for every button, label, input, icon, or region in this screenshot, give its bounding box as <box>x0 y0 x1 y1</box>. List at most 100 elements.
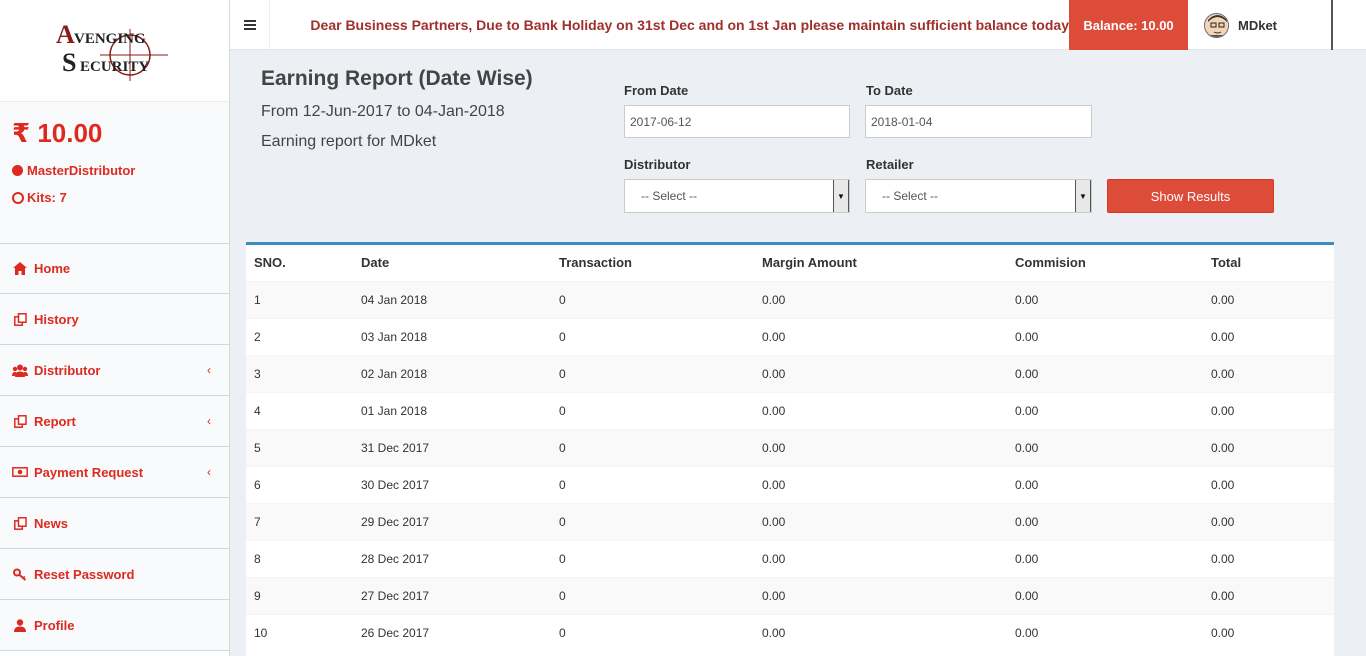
from-date-label: From Date <box>624 83 689 98</box>
cell-sno: 3 <box>246 354 353 392</box>
cell-margin-amount: 0.00 <box>754 354 1007 392</box>
report-user: Earning report for MDket <box>261 133 437 150</box>
cell-total: 0.00 <box>1203 613 1334 651</box>
table-header-row: SNO. Date Transaction Margin Amount Comm… <box>246 245 1334 282</box>
cell-sno: 1 <box>246 280 353 318</box>
retailer-select[interactable]: -- Select -- ▼ <box>865 179 1092 213</box>
to-date-input[interactable]: 2018-01-04 <box>865 105 1092 138</box>
cell-total: 0.00 <box>1203 576 1334 614</box>
retailer-label: Retailer <box>866 157 914 172</box>
distributor-label: Distributor <box>624 157 691 172</box>
chevron-left-icon: ‹ <box>207 363 211 377</box>
cell-margin-amount: 0.00 <box>754 391 1007 429</box>
show-results-button[interactable]: Show Results <box>1107 179 1274 213</box>
cell-total: 0.00 <box>1203 391 1334 429</box>
sidebar-item-home[interactable]: Home <box>0 243 229 294</box>
kits-row: Kits: 7 <box>12 190 217 205</box>
sidebar-menu: Home History Distributor ‹ Report ‹ Paym… <box>0 243 229 651</box>
cell-commision: 0.00 <box>1007 613 1203 651</box>
kits-label: Kits: 7 <box>27 190 67 205</box>
table-row: 4 01 Jan 2018 0 0.00 0.00 0.00 <box>246 391 1334 429</box>
column-header-total[interactable]: Total <box>1203 245 1334 282</box>
chevron-down-icon: ▼ <box>1075 180 1091 212</box>
sidebar-item-reset-password[interactable]: Reset Password <box>0 549 229 600</box>
cell-margin-amount: 0.00 <box>754 502 1007 540</box>
column-header-commision[interactable]: Commision <box>1007 245 1203 282</box>
to-date-label: To Date <box>866 83 913 98</box>
cell-sno: 7 <box>246 502 353 540</box>
logo-initial-a: A <box>56 20 75 49</box>
table-row: 7 29 Dec 2017 0 0.00 0.00 0.00 <box>246 502 1334 540</box>
cell-total: 0.00 <box>1203 428 1334 466</box>
cell-margin-amount: 0.00 <box>754 280 1007 318</box>
balance-button[interactable]: Balance: 10.00 <box>1069 0 1188 50</box>
column-header-margin-amount[interactable]: Margin Amount <box>754 245 1007 282</box>
cell-commision: 0.00 <box>1007 280 1203 318</box>
sidebar-item-history[interactable]: History <box>0 294 229 345</box>
cell-commision: 0.00 <box>1007 502 1203 540</box>
retailer-selected-value: -- Select -- <box>882 189 939 203</box>
cell-total: 0.00 <box>1203 539 1334 577</box>
header-user-name: MDket <box>1238 17 1278 33</box>
chevron-left-icon: ‹ <box>207 414 211 428</box>
user-menu[interactable]: MDket <box>1188 0 1333 50</box>
cell-total: 0.00 <box>1203 354 1334 392</box>
cell-transaction: 0 <box>551 576 754 614</box>
cell-transaction: 0 <box>551 354 754 392</box>
home-icon <box>12 262 28 276</box>
logo-initial-s: S <box>62 48 76 77</box>
from-date-input[interactable]: 2017-06-12 <box>624 105 850 138</box>
cell-total: 0.00 <box>1203 465 1334 503</box>
sidebar-item-distributor[interactable]: Distributor ‹ <box>0 345 229 396</box>
sidebar-item-label: Distributor <box>34 362 101 378</box>
sidebar-item-label: Report <box>34 413 76 429</box>
cell-date: 28 Dec 2017 <box>353 539 551 577</box>
cell-commision: 0.00 <box>1007 465 1203 503</box>
cell-transaction: 0 <box>551 391 754 429</box>
cell-transaction: 0 <box>551 280 754 318</box>
cell-commision: 0.00 <box>1007 539 1203 577</box>
money-icon <box>12 465 28 479</box>
cell-sno: 8 <box>246 539 353 577</box>
table-row: 6 30 Dec 2017 0 0.00 0.00 0.00 <box>246 465 1334 503</box>
cell-transaction: 0 <box>551 317 754 355</box>
table-row: 3 02 Jan 2018 0 0.00 0.00 0.00 <box>246 354 1334 392</box>
table-row: 5 31 Dec 2017 0 0.00 0.00 0.00 <box>246 428 1334 466</box>
cell-transaction: 0 <box>551 539 754 577</box>
sidebar-item-report[interactable]: Report ‹ <box>0 396 229 447</box>
sidebar-item-profile[interactable]: Profile <box>0 600 229 651</box>
menu-toggle-icon[interactable] <box>230 0 270 50</box>
cell-commision: 0.00 <box>1007 354 1203 392</box>
copy-icon <box>12 312 28 326</box>
main-content: Earning Report (Date Wise) From 12-Jun-2… <box>230 50 1366 656</box>
cell-date: 31 Dec 2017 <box>353 428 551 466</box>
distributor-select[interactable]: -- Select -- ▼ <box>624 179 850 213</box>
column-header-transaction[interactable]: Transaction <box>551 245 754 282</box>
brand-logo: A VENGING S ECURITY <box>56 20 168 81</box>
users-icon <box>12 363 28 377</box>
cell-margin-amount: 0.00 <box>754 428 1007 466</box>
column-header-date[interactable]: Date <box>353 245 551 282</box>
logo[interactable]: A VENGING S ECURITY <box>0 0 229 101</box>
table-row: 10 26 Dec 2017 0 0.00 0.00 0.00 <box>246 613 1334 651</box>
sidebar-item-payment-request[interactable]: Payment Request ‹ <box>0 447 229 498</box>
cell-transaction: 0 <box>551 428 754 466</box>
cell-total: 0.00 <box>1203 317 1334 355</box>
cell-total: 0.00 <box>1203 280 1334 318</box>
cell-sno: 9 <box>246 576 353 614</box>
cell-date: 27 Dec 2017 <box>353 576 551 614</box>
column-header-sno[interactable]: SNO. <box>246 245 353 282</box>
cell-transaction: 0 <box>551 465 754 503</box>
logo-line-1: VENGING <box>74 31 146 47</box>
copy-icon <box>12 414 28 428</box>
sidebar: A VENGING S ECURITY ₹ 10.00 MasterDistri… <box>0 0 230 656</box>
sidebar-item-news[interactable]: News <box>0 498 229 549</box>
report-date-range: From 12-Jun-2017 to 04-Jan-2018 <box>261 103 505 120</box>
avatar <box>1204 12 1229 38</box>
sidebar-balance: ₹ 10.00 <box>12 118 103 148</box>
cell-sno: 5 <box>246 428 353 466</box>
sidebar-item-label: Home <box>34 261 71 276</box>
cell-sno: 2 <box>246 317 353 355</box>
cell-margin-amount: 0.00 <box>754 539 1007 577</box>
cell-date: 30 Dec 2017 <box>353 465 551 503</box>
